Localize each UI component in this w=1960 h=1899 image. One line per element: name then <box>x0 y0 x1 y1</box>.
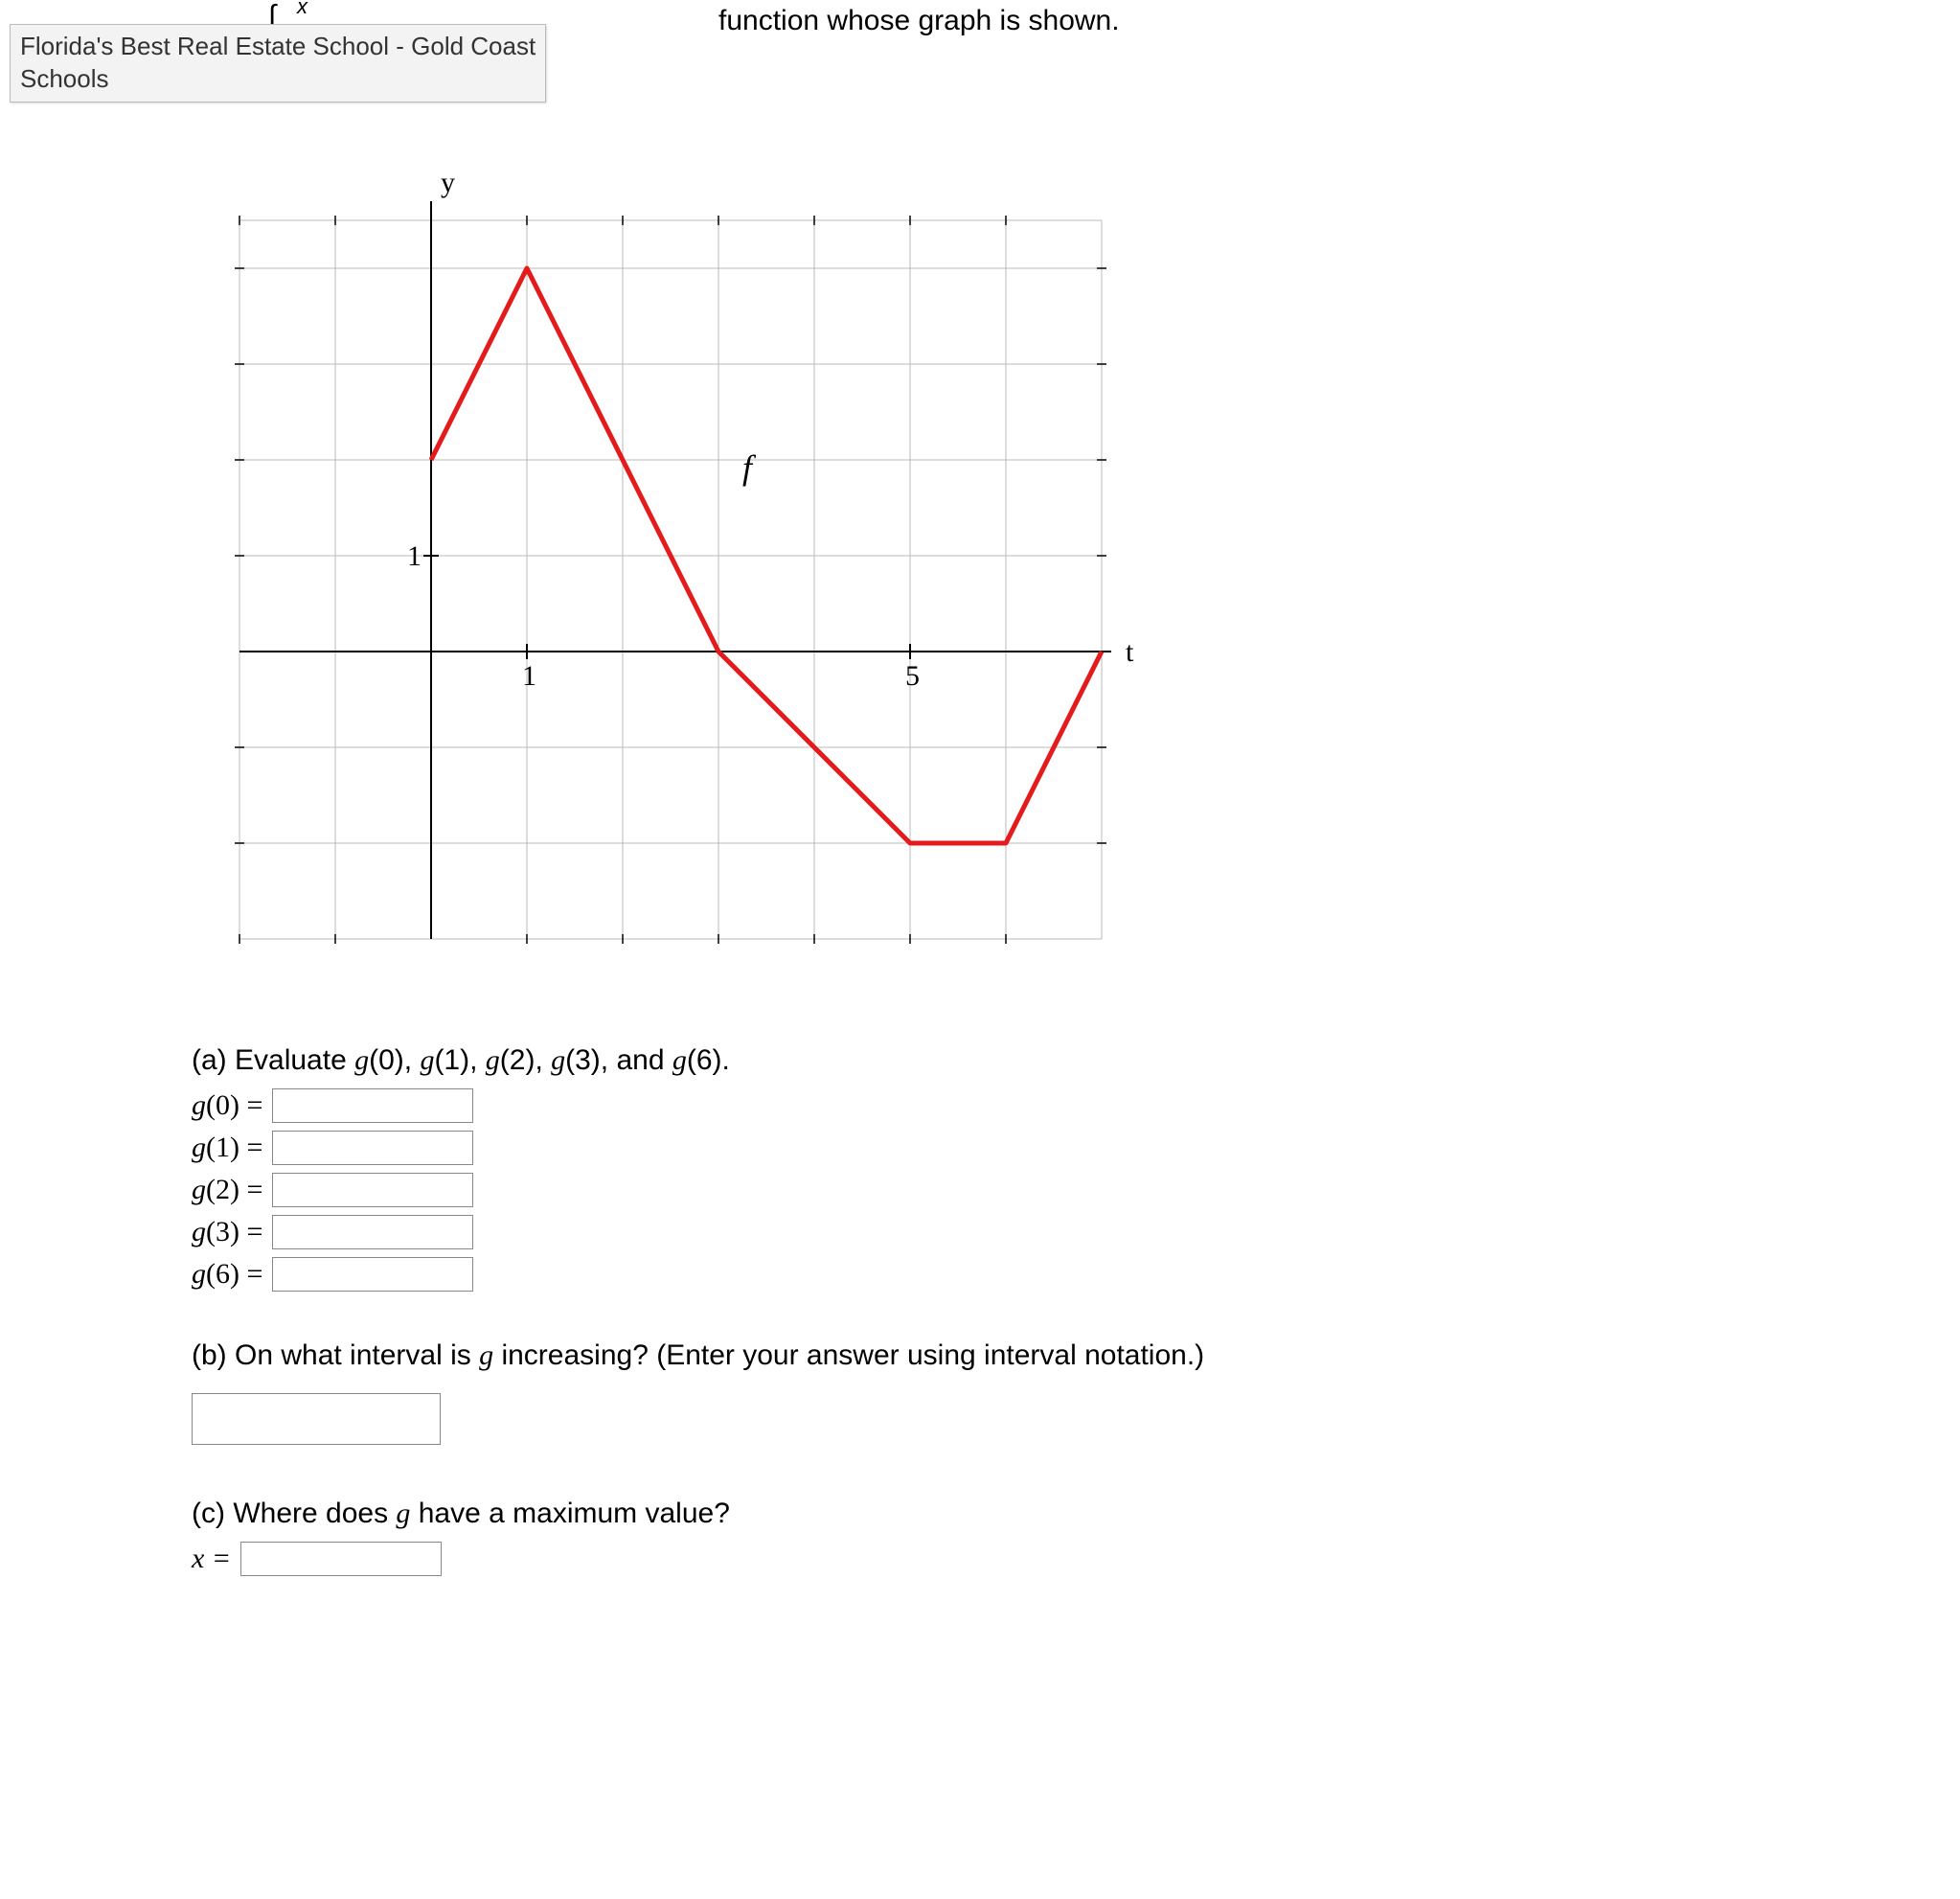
answer-row-g2: g(2) = <box>192 1173 1960 1207</box>
input-g3[interactable] <box>272 1215 473 1249</box>
input-g0[interactable] <box>272 1088 473 1123</box>
input-interval[interactable] <box>192 1393 441 1445</box>
answer-row-c: x = <box>192 1542 1960 1576</box>
input-x-max[interactable] <box>240 1542 442 1576</box>
function-graph: y t 1 1 5 f <box>192 144 1140 1006</box>
x-axis-label: t <box>1126 636 1134 668</box>
input-g2[interactable] <box>272 1173 473 1207</box>
part-a-prompt: (a) Evaluate g(0), g(1), g(2), g(3), and… <box>192 1044 1960 1077</box>
y-axis-label: y <box>441 167 455 198</box>
x-tick-5: 5 <box>905 660 920 692</box>
tooltip-line-1: Florida's Best Real Estate School - Gold… <box>20 31 536 63</box>
part-c-prompt: (c) Where does g have a maximum value? <box>192 1498 1960 1530</box>
y-tick-1: 1 <box>407 540 422 572</box>
answer-row-g6: g(6) = <box>192 1257 1960 1292</box>
question-tail-text: function whose graph is shown. <box>718 5 1120 37</box>
graph-container: y t 1 1 5 f <box>192 144 1960 1006</box>
answer-row-g3: g(3) = <box>192 1215 1960 1249</box>
tooltip-line-2: Schools <box>20 63 536 96</box>
integral-upper-x: x <box>297 0 308 19</box>
browser-tooltip: Florida's Best Real Estate School - Gold… <box>10 24 546 103</box>
part-b-prompt: (b) On what interval is g increasing? (E… <box>192 1339 1960 1372</box>
input-g1[interactable] <box>272 1131 473 1165</box>
input-g6[interactable] <box>272 1257 473 1292</box>
answer-row-g1: g(1) = <box>192 1131 1960 1165</box>
answer-row-b <box>192 1384 1960 1445</box>
curve-label-f: f <box>742 448 757 487</box>
x-tick-1: 1 <box>522 660 536 692</box>
answer-row-g0: g(0) = <box>192 1088 1960 1123</box>
x-equals-label: x = <box>192 1543 231 1574</box>
